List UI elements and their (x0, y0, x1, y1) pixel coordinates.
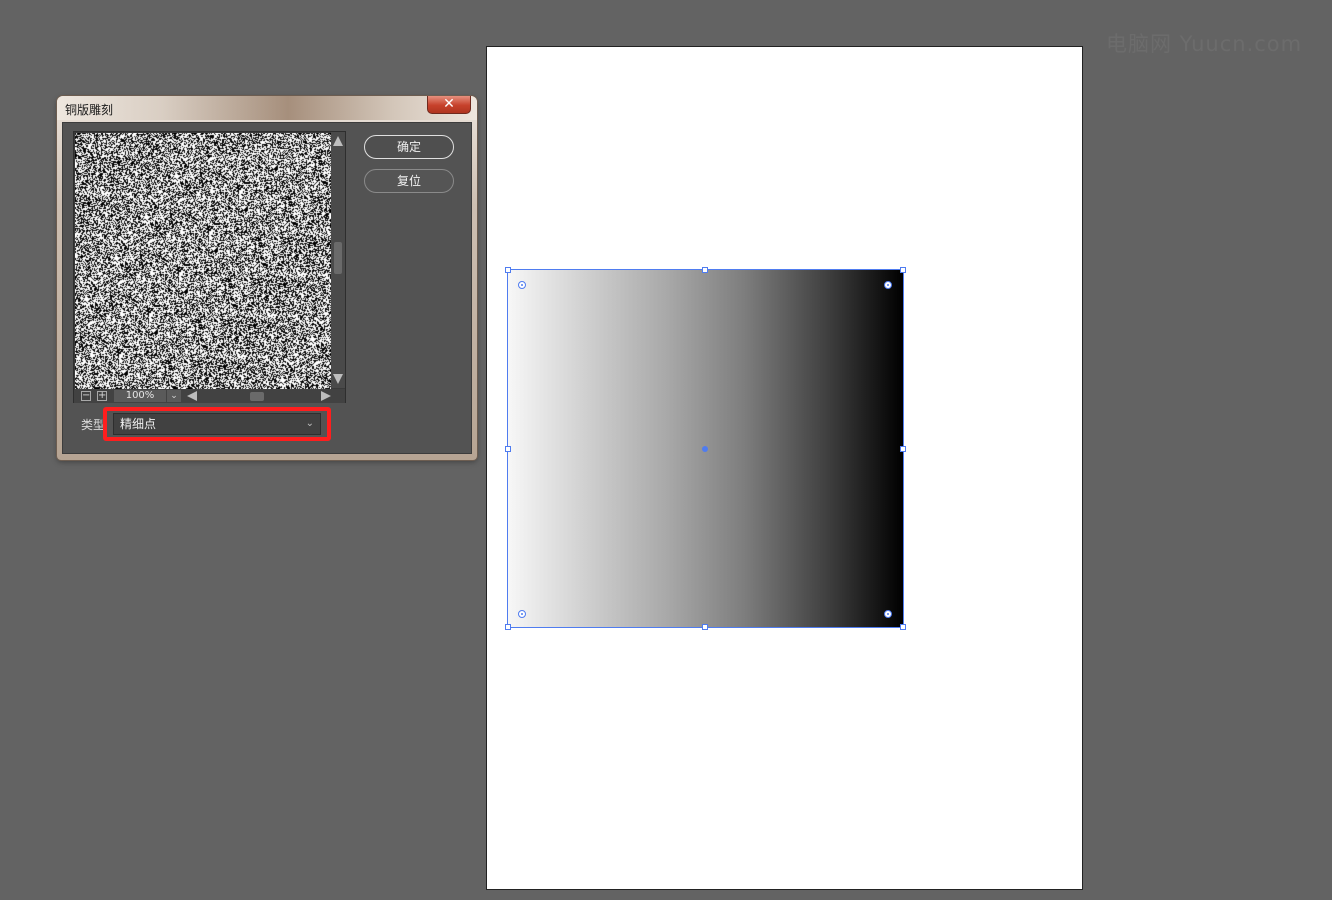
scroll-right-icon[interactable] (321, 391, 331, 401)
dialog-titlebar[interactable]: 铜版雕刻 ✕ (57, 96, 477, 120)
dialog-body: − + 100% ⌄ 确定 复位 类型 精细点 ⌄ (62, 122, 472, 454)
close-icon[interactable]: ✕ (427, 96, 471, 114)
handle-top-middle[interactable] (702, 267, 708, 273)
chevron-down-icon[interactable]: ⌄ (167, 390, 181, 402)
type-select[interactable]: 精细点 ⌄ (113, 413, 321, 435)
vertical-scroll-thumb[interactable] (334, 242, 342, 274)
chevron-down-icon[interactable]: ⌄ (306, 414, 314, 434)
handle-bottom-middle[interactable] (702, 624, 708, 630)
mezzotint-dialog: 铜版雕刻 ✕ − + 100% ⌄ 确定 复位 类型 精细点 ⌄ (57, 96, 477, 460)
corner-radius-widget-bottom-right[interactable] (884, 610, 892, 618)
scroll-up-icon[interactable] (333, 136, 343, 146)
corner-radius-widget-bottom-left[interactable] (518, 610, 526, 618)
scroll-left-icon[interactable] (187, 391, 197, 401)
reset-button[interactable]: 复位 (364, 169, 454, 193)
center-point (702, 446, 708, 452)
scroll-down-icon[interactable] (333, 374, 343, 384)
handle-bottom-right[interactable] (900, 624, 906, 630)
zoom-level[interactable]: 100% (114, 390, 166, 402)
zoom-in-icon[interactable]: + (97, 391, 107, 401)
handle-middle-left[interactable] (505, 446, 511, 452)
preview-image[interactable] (75, 133, 331, 389)
ok-button[interactable]: 确定 (364, 135, 454, 159)
dialog-title: 铜版雕刻 (65, 103, 114, 117)
watermark-text: 电脑网 Yuucn.com (1106, 32, 1303, 56)
handle-top-left[interactable] (505, 267, 511, 273)
preview-vertical-scrollbar[interactable] (331, 132, 345, 388)
horizontal-scroll-thumb[interactable] (250, 392, 264, 401)
handle-middle-right[interactable] (900, 446, 906, 452)
handle-top-right[interactable] (900, 267, 906, 273)
handle-bottom-left[interactable] (505, 624, 511, 630)
preview-panel: − + 100% ⌄ (73, 131, 346, 403)
corner-radius-widget-top-left[interactable] (518, 281, 526, 289)
corner-radius-widget-top-right[interactable] (884, 281, 892, 289)
preview-zoom-bar: − + 100% ⌄ (74, 389, 345, 403)
zoom-out-icon[interactable]: − (81, 391, 91, 401)
type-select-value: 精细点 (120, 417, 157, 431)
type-label: 类型 (81, 418, 106, 432)
